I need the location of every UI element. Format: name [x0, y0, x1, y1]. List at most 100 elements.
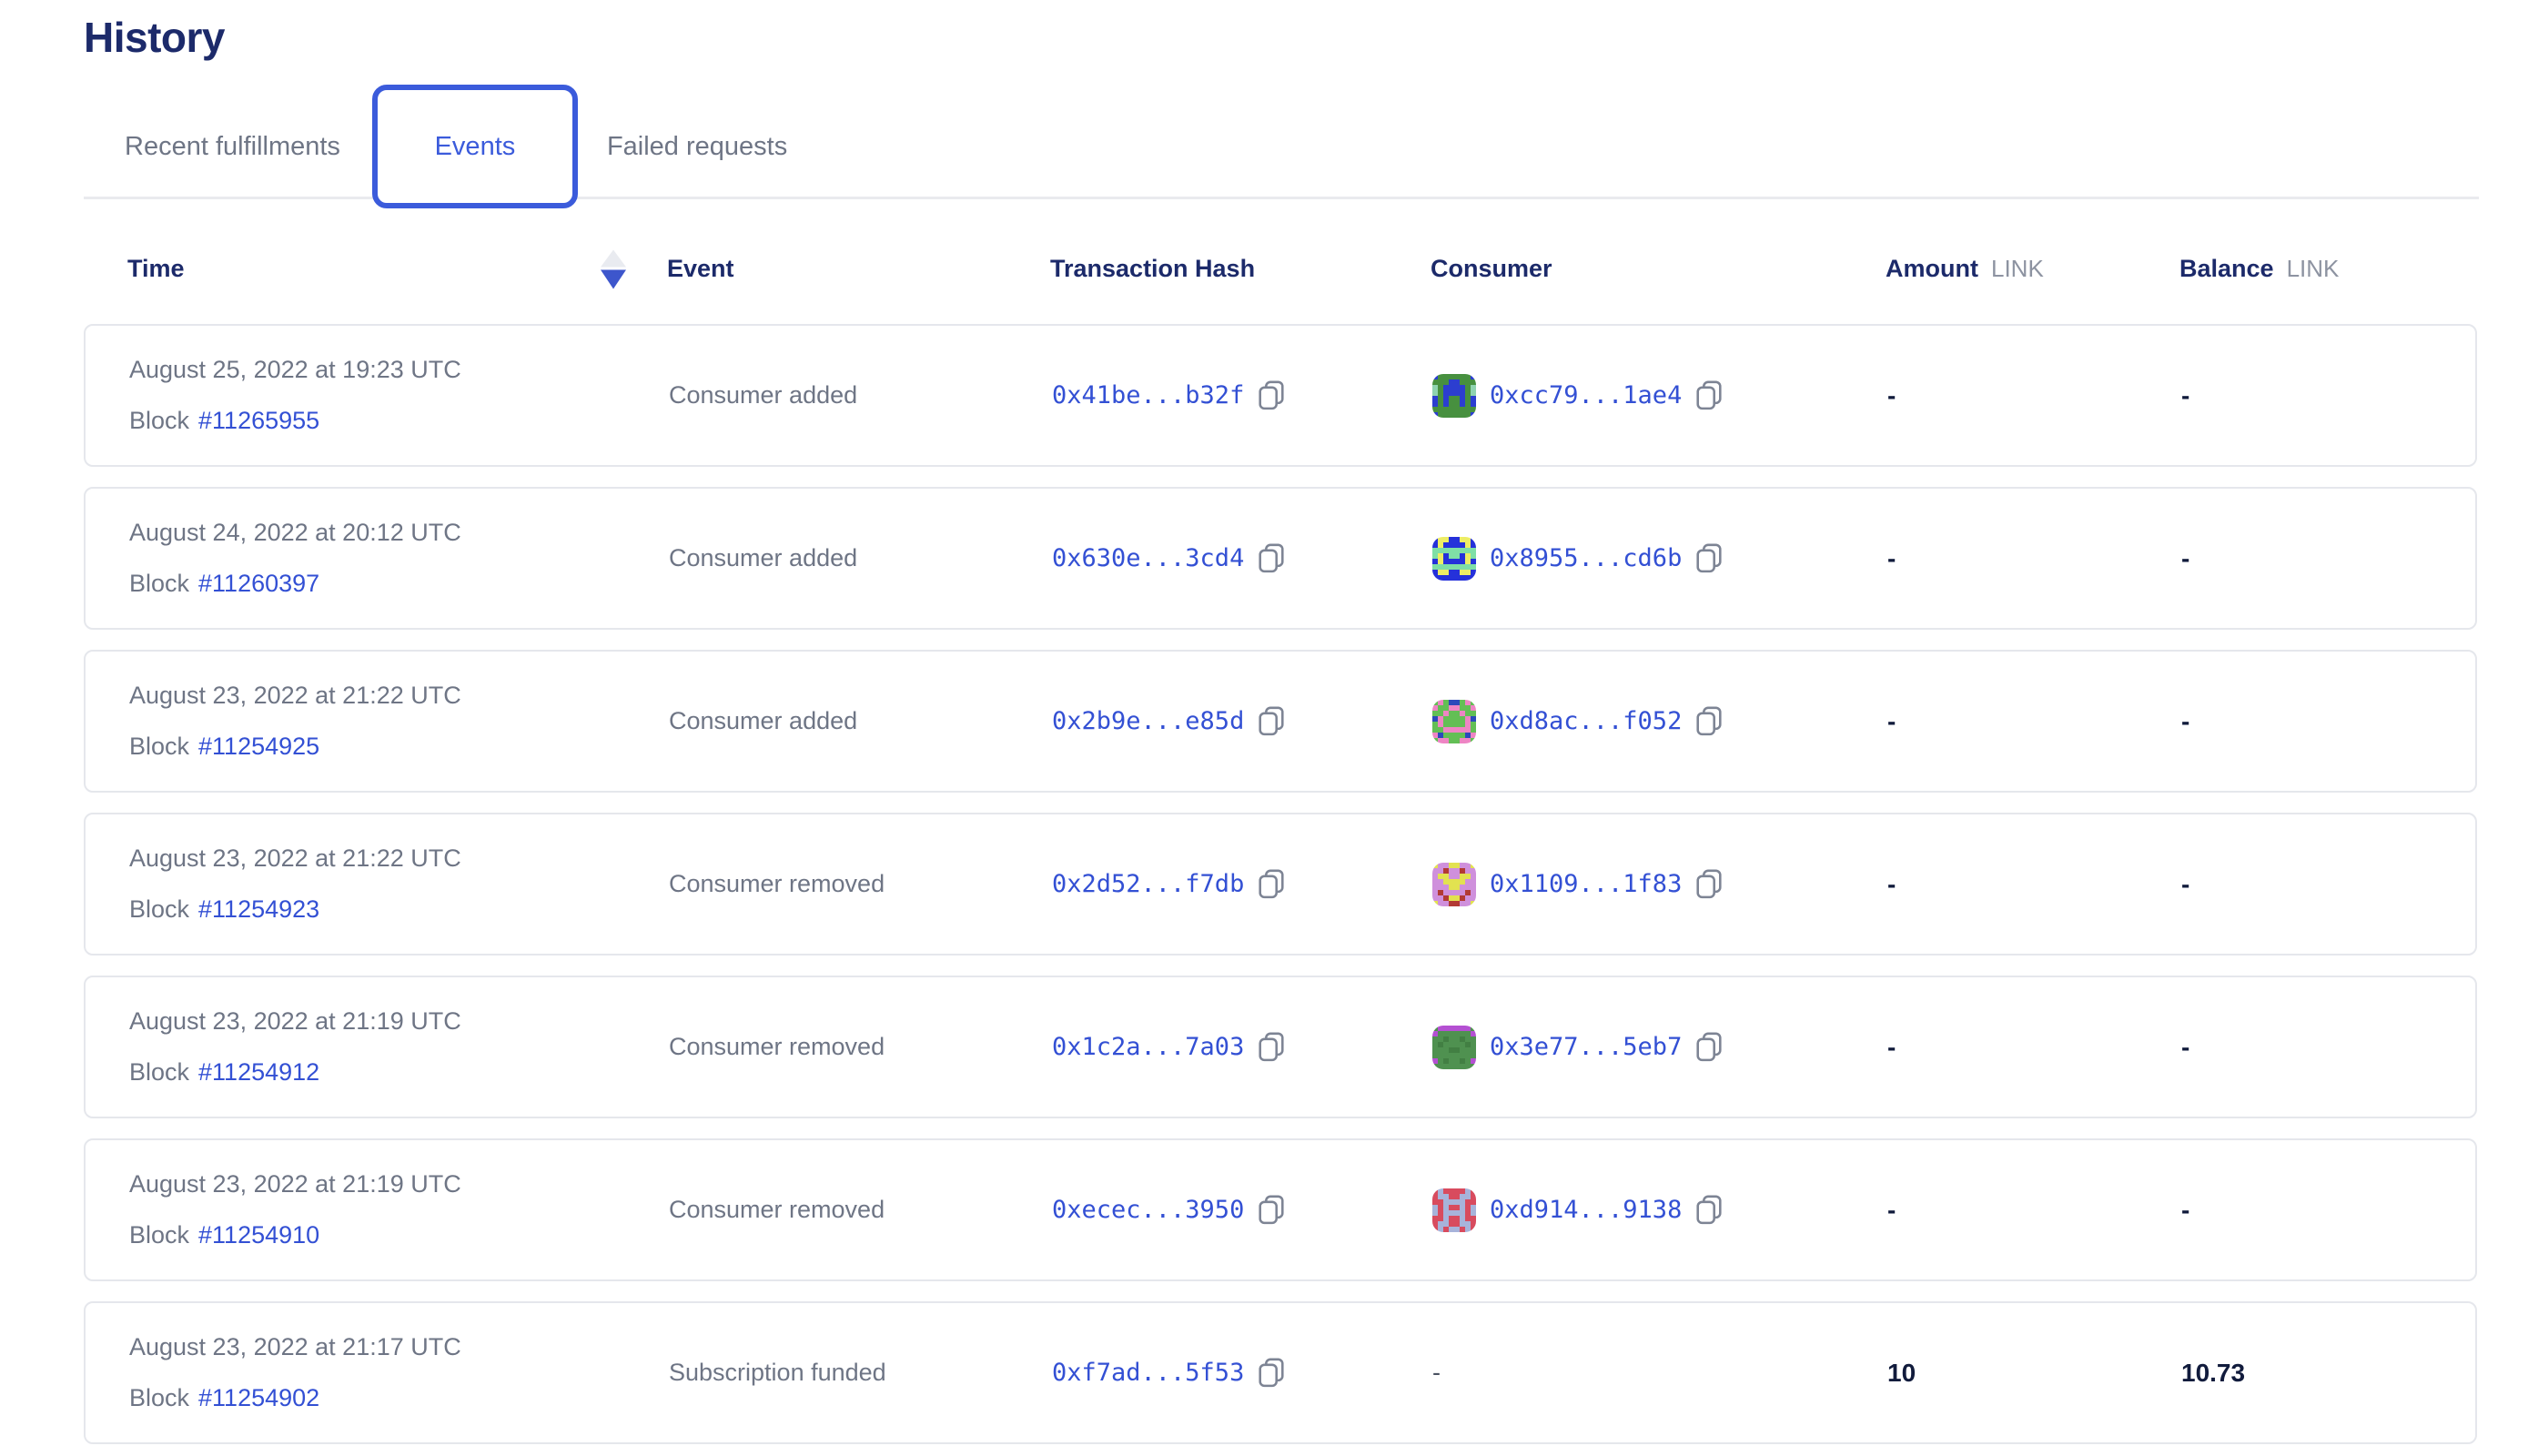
copy-icon[interactable]: [1695, 1195, 1723, 1225]
table-row: August 23, 2022 at 21:19 UTC Block #1125…: [84, 1138, 2477, 1281]
time-cell: August 23, 2022 at 21:19 UTC Block #1125…: [129, 1007, 669, 1087]
block-number-link[interactable]: #11254925: [198, 733, 319, 761]
event-date: August 25, 2022 at 19:23 UTC: [129, 356, 669, 384]
sort-icon[interactable]: [601, 249, 626, 288]
block-number-link[interactable]: #11260397: [198, 570, 319, 598]
copy-icon[interactable]: [1695, 543, 1723, 573]
block-number-link[interactable]: #11254923: [198, 895, 319, 924]
table-row: August 24, 2022 at 20:12 UTC Block #1126…: [84, 487, 2477, 630]
tab-events[interactable]: Events: [372, 85, 578, 208]
transaction-hash-cell: 0xecec...3950: [1052, 1195, 1432, 1225]
copy-icon[interactable]: [1258, 1195, 1285, 1225]
copy-icon[interactable]: [1695, 1032, 1723, 1062]
time-cell: August 24, 2022 at 20:12 UTC Block #1126…: [129, 519, 669, 598]
amount-value: -: [1887, 381, 2181, 410]
amount-unit-label: LINK: [1991, 255, 2044, 282]
consumer-address-link[interactable]: 0xd914...9138: [1490, 1196, 1682, 1224]
consumer-avatar: [1432, 700, 1476, 743]
sort-up-arrow-icon: [601, 249, 626, 267]
event-date: August 23, 2022 at 21:19 UTC: [129, 1170, 669, 1198]
page-title: History: [84, 13, 2479, 62]
block-label: Block: [129, 1221, 189, 1249]
copy-icon[interactable]: [1258, 1032, 1285, 1062]
block-label: Block: [129, 895, 189, 924]
copy-icon[interactable]: [1258, 1358, 1285, 1388]
block-number-link[interactable]: #11265955: [198, 407, 319, 435]
consumer-avatar: [1432, 374, 1476, 418]
time-cell: August 25, 2022 at 19:23 UTC Block #1126…: [129, 356, 669, 435]
table-header: Time Event Transaction Hash Consumer Amo…: [84, 255, 2477, 283]
transaction-hash-link[interactable]: 0x2b9e...e85d: [1052, 707, 1244, 735]
block-number-link[interactable]: #11254912: [198, 1058, 319, 1087]
table-row: August 23, 2022 at 21:22 UTC Block #1125…: [84, 813, 2477, 956]
column-header-balance: BalanceLINK: [2179, 255, 2433, 283]
consumer-address-link[interactable]: 0xcc79...1ae4: [1490, 381, 1682, 410]
event-type: Consumer added: [669, 707, 1052, 735]
event-type: Consumer removed: [669, 1196, 1052, 1224]
consumer-cell: 0xd8ac...f052: [1432, 700, 1887, 743]
balance-value: 10.73: [2181, 1359, 2432, 1388]
copy-icon[interactable]: [1258, 543, 1285, 573]
consumer-address-link[interactable]: 0x8955...cd6b: [1490, 544, 1682, 572]
event-date: August 23, 2022 at 21:19 UTC: [129, 1007, 669, 1036]
transaction-hash-link[interactable]: 0xecec...3950: [1052, 1196, 1244, 1224]
consumer-avatar: [1432, 863, 1476, 906]
amount-value: -: [1887, 544, 2181, 573]
block-line: Block #11254910: [129, 1221, 669, 1249]
consumer-avatar: [1432, 1188, 1476, 1232]
block-number-link[interactable]: #11254910: [198, 1221, 319, 1249]
table-row: August 23, 2022 at 21:22 UTC Block #1125…: [84, 650, 2477, 793]
sort-down-arrow-icon: [601, 269, 626, 288]
block-line: Block #11254923: [129, 895, 669, 924]
block-line: Block #11254912: [129, 1058, 669, 1087]
consumer-address-link[interactable]: -: [1432, 1359, 1441, 1387]
block-line: Block #11254902: [129, 1384, 669, 1412]
amount-value: -: [1887, 1196, 2181, 1225]
transaction-hash-cell: 0x2b9e...e85d: [1052, 706, 1432, 736]
block-label: Block: [129, 733, 189, 761]
transaction-hash-cell: 0xf7ad...5f53: [1052, 1358, 1432, 1388]
column-header-event: Event: [667, 255, 1050, 283]
time-cell: August 23, 2022 at 21:22 UTC Block #1125…: [129, 682, 669, 761]
event-rows: August 25, 2022 at 19:23 UTC Block #1126…: [84, 324, 2479, 1444]
amount-value: -: [1887, 870, 2181, 899]
balance-unit-label: LINK: [2287, 255, 2340, 282]
block-number-link[interactable]: #11254902: [198, 1384, 319, 1412]
table-row: August 23, 2022 at 21:17 UTC Block #1125…: [84, 1301, 2477, 1444]
balance-value: -: [2181, 870, 2432, 899]
time-cell: August 23, 2022 at 21:22 UTC Block #1125…: [129, 844, 669, 924]
consumer-address-link[interactable]: 0x3e77...5eb7: [1490, 1033, 1682, 1061]
transaction-hash-link[interactable]: 0x2d52...f7db: [1052, 870, 1244, 898]
balance-value: -: [2181, 707, 2432, 736]
consumer-address-link[interactable]: 0x1109...1f83: [1490, 870, 1682, 898]
copy-icon[interactable]: [1695, 380, 1723, 410]
transaction-hash-link[interactable]: 0x630e...3cd4: [1052, 544, 1244, 572]
transaction-hash-link[interactable]: 0x41be...b32f: [1052, 381, 1244, 410]
transaction-hash-link[interactable]: 0xf7ad...5f53: [1052, 1359, 1244, 1387]
event-type: Subscription funded: [669, 1359, 1052, 1387]
column-header-transaction-hash: Transaction Hash: [1050, 255, 1431, 283]
event-date: August 23, 2022 at 21:17 UTC: [129, 1333, 669, 1361]
block-label: Block: [129, 407, 189, 435]
copy-icon[interactable]: [1695, 869, 1723, 899]
copy-icon[interactable]: [1258, 380, 1285, 410]
event-type: Consumer added: [669, 544, 1052, 572]
block-label: Block: [129, 1384, 189, 1412]
event-date: August 23, 2022 at 21:22 UTC: [129, 844, 669, 873]
balance-value: -: [2181, 1033, 2432, 1062]
column-header-amount: AmountLINK: [1886, 255, 2179, 283]
balance-value: -: [2181, 381, 2432, 410]
tab-bar: Recent fulfillments Events Failed reques…: [84, 84, 2479, 209]
column-header-time: Time: [127, 255, 667, 283]
consumer-address-link[interactable]: 0xd8ac...f052: [1490, 707, 1682, 735]
tab-failed-requests[interactable]: Failed requests: [607, 132, 787, 162]
transaction-hash-link[interactable]: 0x1c2a...7a03: [1052, 1033, 1244, 1061]
tab-recent-fulfillments[interactable]: Recent fulfillments: [125, 132, 340, 162]
copy-icon[interactable]: [1258, 869, 1285, 899]
time-cell: August 23, 2022 at 21:17 UTC Block #1125…: [129, 1333, 669, 1412]
copy-icon[interactable]: [1258, 706, 1285, 736]
balance-value: -: [2181, 544, 2432, 573]
amount-value: -: [1887, 1033, 2181, 1062]
event-type: Consumer removed: [669, 870, 1052, 898]
copy-icon[interactable]: [1695, 706, 1723, 736]
